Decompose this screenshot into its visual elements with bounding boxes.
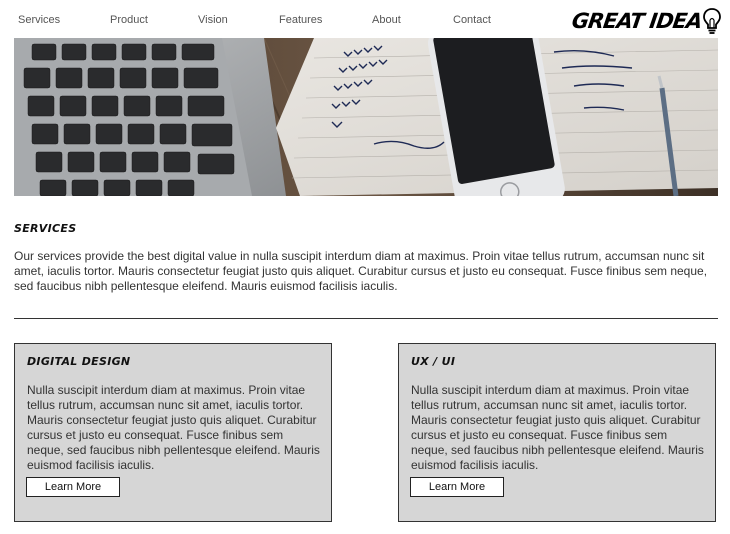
nav-item-services[interactable]: Services [18,14,60,26]
hero-photo [14,38,718,196]
lightbulb-icon [703,8,722,34]
card-body: Nulla suscipit interdum diam at maximus.… [27,383,320,472]
card-digital-design: DIGITAL DESIGN Nulla suscipit interdum d… [14,343,332,522]
learn-more-button[interactable]: Learn More [26,477,120,497]
services-description: Our services provide the best digital va… [14,249,708,293]
nav-item-about[interactable]: About [372,14,401,26]
site-logo[interactable]: GREAT IDEA [570,6,722,36]
services-heading: SERVICES [14,222,77,235]
top-navigation: Services Product Vision Features About C… [0,0,730,38]
section-divider [14,318,718,319]
nav-item-contact[interactable]: Contact [453,14,491,26]
learn-more-button[interactable]: Learn More [410,477,504,497]
card-ux-ui: UX / UI Nulla suscipit interdum diam at … [398,343,716,522]
card-title: DIGITAL DESIGN [27,355,131,368]
nav-item-product[interactable]: Product [110,14,148,26]
nav-item-vision[interactable]: Vision [198,14,228,26]
card-title: UX / UI [411,355,456,368]
logo-text: GREAT IDEA [570,9,704,33]
card-body: Nulla suscipit interdum diam at maximus.… [411,383,704,472]
nav-item-features[interactable]: Features [279,14,322,26]
hero-image [14,38,718,196]
